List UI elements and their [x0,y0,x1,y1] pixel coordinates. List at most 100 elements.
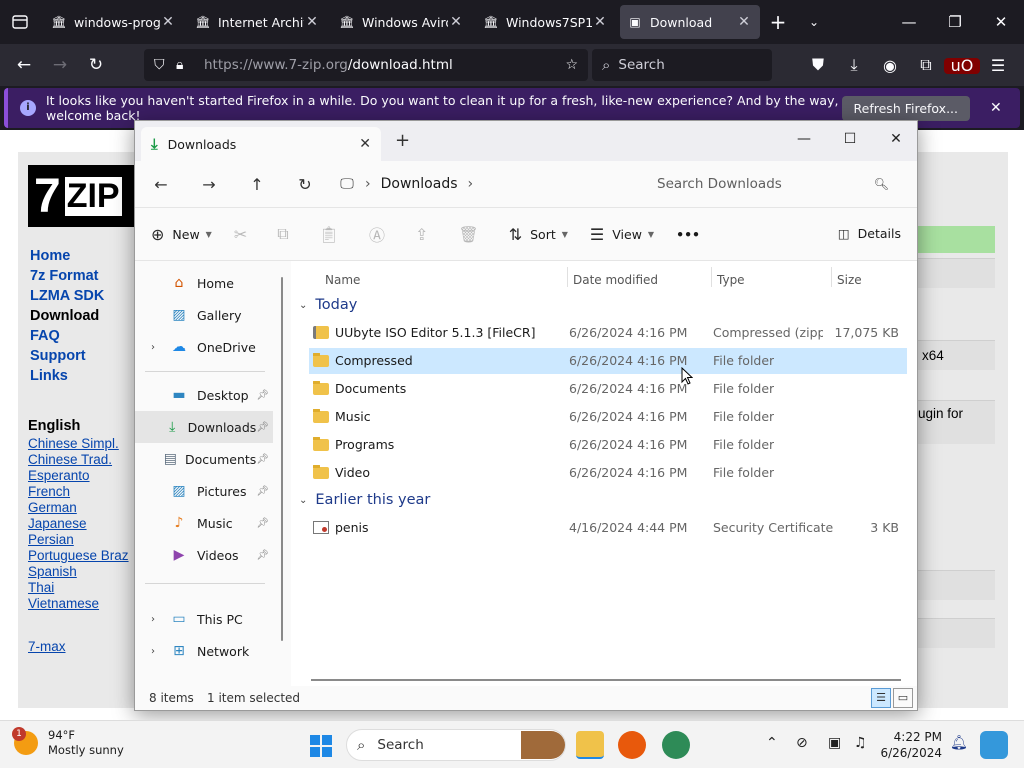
tiles-view-icon[interactable]: ▭ [893,688,913,708]
notification-bell-icon[interactable]: 🔔︎ [950,735,968,751]
close-notification-icon[interactable]: ✕ [990,100,1020,116]
table-row[interactable]: Video 6/26/2024 4:16 PM File folder [309,460,907,486]
language-link[interactable]: German [28,500,129,516]
table-row[interactable]: penis 4/16/2024 4:44 PM Security Certifi… [309,515,907,541]
close-tab-icon[interactable]: ✕ [359,136,371,152]
column-divider[interactable] [567,267,568,287]
language-link[interactable]: Esperanto [28,468,129,484]
file-explorer-taskbar-icon[interactable] [576,731,604,759]
nav-link-lzma-sdk[interactable]: LZMA SDK [30,288,104,308]
weather-widget[interactable]: 1 94°F Mostly sunny [12,727,124,758]
pin-icon[interactable]: 📌︎ [256,550,269,561]
group-header-earlier-this-year[interactable]: ⌄ Earlier this year [299,492,430,508]
group-header-today[interactable]: ⌄ Today [299,297,357,313]
speaker-icon[interactable]: ♫ [854,735,867,751]
view-button[interactable]: ☰ View ▼ [590,225,654,244]
language-link[interactable]: Vietnamese [28,596,129,612]
refresh-icon[interactable]: ↻ [281,175,329,194]
downloads-icon[interactable]: ⤓ [836,55,872,75]
system-clock[interactable]: 4:22 PM 6/26/2024 [880,729,942,761]
table-row[interactable]: Music 6/26/2024 4:16 PM File folder [309,404,907,430]
tab-close-icon[interactable]: ✕ [448,14,464,30]
minimize-icon[interactable]: — [781,125,827,153]
restore-icon[interactable]: ❐ [932,0,978,44]
seven-max-link[interactable]: 7-max [28,639,66,654]
back-arrow-icon[interactable]: ← [6,49,42,81]
horizontal-scrollbar[interactable] [311,679,901,681]
delete-button[interactable]: 🗑︎ [458,225,486,244]
cut-button[interactable]: ✂ [234,225,255,244]
monitor-icon[interactable]: 🖵 [329,176,365,192]
maximize-icon[interactable]: ☐ [827,125,873,153]
nav-link-support[interactable]: Support [30,348,104,368]
ublock-origin-icon[interactable]: uO [944,56,980,75]
windows-start-icon[interactable] [310,735,332,757]
language-link[interactable]: Portuguese Braz [28,548,129,564]
sidebar-item-gallery[interactable]: ▨ Gallery [135,299,273,331]
expand-chevron-icon[interactable]: › [145,342,161,353]
copilot-icon[interactable] [980,731,1008,759]
tab-close-icon[interactable]: ✕ [736,14,752,30]
forward-arrow-icon[interactable]: → [42,49,78,81]
explorer-search-input[interactable]: Search Downloads 🔍︎ [641,169,905,199]
more-options-button[interactable]: ••• [676,227,700,242]
nav-link-home[interactable]: Home [30,248,104,268]
sidebar-item-pictures[interactable]: ▨ Pictures 📌︎ [135,475,273,507]
nav-link-links[interactable]: Links [30,368,104,388]
expand-chevron-icon[interactable]: › [145,614,161,625]
details-view-icon[interactable]: ☰ [871,688,891,708]
display-icon[interactable]: ▣ [828,735,841,751]
nav-link-7z-format[interactable]: 7z Format [30,268,104,288]
sidebar-item-home[interactable]: ⌂ Home [135,267,273,299]
close-icon[interactable]: ✕ [873,125,919,153]
column-header-type[interactable]: Type [717,267,745,295]
chevron-right-icon[interactable]: › [365,176,371,192]
pin-icon[interactable]: 📌︎ [256,454,269,465]
table-row-selected[interactable]: Compressed 6/26/2024 4:16 PM File folder [309,348,907,374]
extensions-icon[interactable]: ⧉ [908,55,944,75]
table-row[interactable]: Programs 6/26/2024 4:16 PM File folder [309,432,907,458]
show-hidden-icons-chevron-icon[interactable]: ⌃ [766,735,778,751]
nav-link-download[interactable]: Download [30,308,104,328]
sidebar-item-network[interactable]: › ⊞ Network [135,635,273,667]
table-row[interactable]: UUbyte ISO Editor 5.1.3 [FileCR] 6/26/20… [309,320,907,346]
chevron-right-icon[interactable]: › [468,176,474,192]
download-manager-taskbar-icon[interactable] [662,731,690,759]
tab-close-icon[interactable]: ✕ [304,14,320,30]
tab-list-chevron-down-icon[interactable]: ⌄ [796,15,832,29]
language-link[interactable]: Spanish [28,564,129,580]
list-all-tabs-icon[interactable] [0,0,40,44]
expand-chevron-icon[interactable]: › [145,646,161,657]
sidebar-item-this-pc[interactable]: › ▭ This PC [135,603,273,635]
paste-button[interactable]: 📋︎ [319,225,347,244]
pocket-icon[interactable]: ⛊ [800,55,836,75]
browser-tab-active[interactable]: ▣ Download ✕ [620,5,760,39]
taskbar-search-box[interactable]: ⌕ Search [346,729,566,761]
search-bar[interactable]: ⌕ Search [592,49,772,81]
sevenzip-logo[interactable]: 7 ZIP [28,165,136,227]
sidebar-item-music[interactable]: ♪ Music 📌︎ [135,507,273,539]
shield-icon[interactable]: ⛉ [154,57,176,73]
forward-arrow-icon[interactable]: → [185,175,233,194]
rename-button[interactable]: Ⓐ [369,222,393,246]
account-icon[interactable]: ◉ [872,56,908,75]
sidebar-item-downloads[interactable]: ⤓ Downloads 📌︎ [135,411,273,443]
url-text[interactable]: https://www.7-zip.org/download.html [204,57,556,73]
reload-icon[interactable]: ↻ [78,49,114,81]
column-header-name[interactable]: Name [325,267,360,295]
lock-icon[interactable]: 🔒︎ [176,57,198,73]
language-link[interactable]: Japanese [28,516,129,532]
pin-icon[interactable]: 📌︎ [256,518,269,529]
browser-tab[interactable]: 🏛 windows-progu ✕ [44,5,184,39]
breadcrumb[interactable]: Downloads [381,176,458,192]
close-icon[interactable]: ✕ [978,0,1024,44]
firefox-taskbar-icon[interactable] [618,731,646,759]
column-header-date[interactable]: Date modified [573,267,658,295]
url-bar[interactable]: ⛉ 🔒︎ https://www.7-zip.org/download.html… [144,49,588,81]
column-header-size[interactable]: Size [837,267,862,295]
up-arrow-icon[interactable]: ↑ [233,175,281,194]
back-arrow-icon[interactable]: ← [137,175,185,194]
pin-icon[interactable]: 📌︎ [256,390,269,401]
table-row[interactable]: Documents 6/26/2024 4:16 PM File folder [309,376,907,402]
column-divider[interactable] [711,267,712,287]
